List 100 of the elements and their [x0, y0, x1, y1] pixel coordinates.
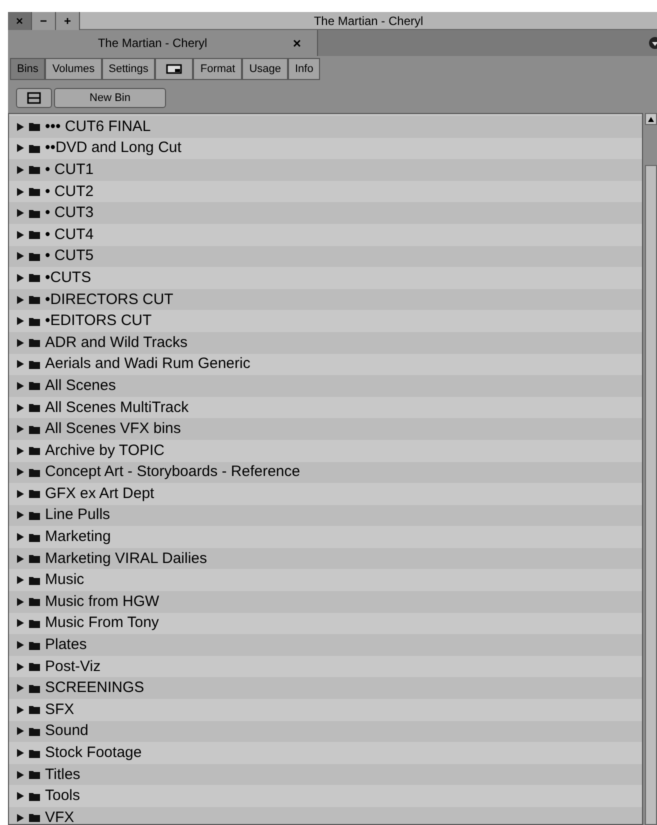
bin-row[interactable]: ••• CUT6 FINAL [9, 116, 642, 138]
expand-triangle-icon[interactable] [17, 706, 24, 714]
expand-triangle-icon[interactable] [17, 814, 24, 822]
expand-triangle-icon[interactable] [17, 533, 24, 542]
bin-row[interactable]: Concept Art - Storyboards - Reference [9, 462, 642, 484]
layout-button[interactable] [16, 88, 52, 108]
expand-triangle-icon[interactable] [17, 122, 24, 131]
bin-row[interactable]: • CUT3 [9, 202, 642, 224]
expand-triangle-icon[interactable] [17, 468, 24, 476]
bin-row[interactable]: All Scenes MultiTrack [9, 396, 642, 418]
expand-triangle-icon[interactable] [17, 338, 24, 347]
expand-triangle-icon[interactable] [17, 188, 24, 196]
new-bin-button[interactable]: New Bin [54, 88, 166, 108]
layout-icon [27, 92, 41, 104]
expand-triangle-icon[interactable] [17, 209, 24, 218]
bin-name: Tools [45, 787, 80, 806]
folder-icon [29, 273, 40, 282]
bin-name: Archive by TOPIC [45, 442, 164, 460]
tab[interactable]: Settings [102, 58, 156, 80]
bin-row[interactable]: • CUT1 [9, 159, 642, 181]
expand-triangle-icon[interactable] [17, 598, 24, 606]
bin-row[interactable]: All Scenes VFX bins [9, 418, 642, 440]
expand-triangle-icon[interactable] [17, 317, 24, 326]
expand-triangle-icon[interactable] [17, 511, 24, 520]
expand-triangle-icon[interactable] [17, 727, 24, 736]
tab[interactable]: Info [288, 58, 320, 80]
expand-triangle-icon[interactable] [17, 404, 24, 412]
window-title: The Martian - Cheryl [312, 13, 424, 29]
bin-name: Marketing [45, 528, 111, 546]
folder-icon [29, 144, 40, 153]
bin-row[interactable]: SCREENINGS [9, 677, 642, 700]
bin-name: Titles [45, 766, 80, 784]
expand-triangle-icon[interactable] [17, 576, 24, 584]
expand-triangle-icon[interactable] [17, 382, 24, 390]
expand-triangle-icon[interactable] [17, 166, 24, 174]
expand-triangle-icon[interactable] [17, 296, 24, 304]
bin-row[interactable]: ADR and Wild Tracks [9, 332, 642, 354]
expand-triangle-icon[interactable] [17, 684, 24, 692]
folder-icon [29, 403, 40, 412]
bin-row[interactable]: Titles [9, 764, 642, 786]
expand-triangle-icon[interactable] [17, 792, 24, 800]
tab[interactable]: Volumes [45, 58, 102, 80]
monitor-tab[interactable] [155, 58, 194, 80]
expand-triangle-icon[interactable] [17, 252, 24, 260]
folder-icon [29, 381, 40, 390]
expand-triangle-icon[interactable] [17, 619, 24, 628]
tab[interactable]: Usage [242, 58, 288, 80]
folder-icon [29, 554, 40, 564]
folder-icon [29, 576, 40, 585]
bin-row[interactable]: Music from HGW [9, 591, 642, 613]
bin-name: Post-Viz [45, 658, 101, 676]
tab[interactable]: Format [193, 58, 242, 80]
bin-row[interactable]: Line Pulls [9, 504, 642, 526]
bin-row[interactable]: Music From Tony [9, 612, 642, 634]
expand-triangle-icon[interactable] [17, 749, 24, 758]
close-button[interactable]: × [8, 12, 32, 30]
expand-triangle-icon[interactable] [17, 641, 24, 650]
expand-triangle-icon[interactable] [17, 662, 24, 671]
monitor-icon [166, 64, 182, 74]
bin-row[interactable]: Plates [9, 634, 642, 656]
folder-icon [29, 338, 40, 348]
bin-name: VFX [45, 808, 74, 824]
bin-row[interactable]: All Scenes [9, 375, 642, 397]
folder-icon [29, 792, 40, 801]
folder-icon [29, 489, 40, 498]
maximize-button[interactable]: + [56, 12, 80, 30]
expand-triangle-icon[interactable] [17, 230, 24, 239]
bin-row[interactable]: Marketing VIRAL Dailies [9, 548, 642, 570]
folder-icon [29, 187, 40, 196]
bin-name: • CUT2 [45, 182, 94, 201]
bin-row[interactable]: VFX [9, 807, 642, 824]
tab[interactable]: Bins [10, 58, 46, 80]
expand-triangle-icon[interactable] [17, 554, 24, 563]
expand-triangle-icon[interactable] [17, 274, 24, 282]
folder-icon [29, 597, 40, 606]
expand-triangle-icon[interactable] [17, 425, 24, 434]
expand-triangle-icon[interactable] [17, 360, 24, 368]
folder-icon [29, 252, 40, 261]
close-icon[interactable]: × [277, 32, 317, 54]
expand-triangle-icon[interactable] [17, 144, 24, 152]
expand-triangle-icon[interactable] [17, 490, 24, 498]
bin-name: • CUT5 [45, 247, 94, 266]
expand-triangle-icon[interactable] [17, 770, 24, 779]
tab-label: The Martian - Cheryl [96, 35, 208, 52]
bin-name: • CUT1 [45, 160, 94, 179]
bin-name: ADR and Wild Tracks [45, 334, 188, 352]
bin-name: Music [45, 571, 84, 590]
bin-row[interactable]: Sound [9, 720, 642, 742]
bin-row[interactable]: • CUT5 [9, 246, 642, 268]
scroll-up-button[interactable] [645, 113, 657, 125]
expand-triangle-icon[interactable] [17, 446, 24, 455]
folder-icon [29, 662, 40, 672]
bin-name: Line Pulls [45, 506, 110, 524]
document-tab[interactable]: The Martian - Cheryl × [8, 30, 318, 56]
folder-icon [29, 640, 40, 650]
bin-name: Music from HGW [45, 592, 160, 611]
folder-icon [29, 510, 40, 520]
bin-name: •EDITORS CUT [45, 312, 152, 330]
minimize-button[interactable]: − [32, 12, 56, 30]
bin-row[interactable]: •DIRECTORS CUT [9, 288, 642, 310]
